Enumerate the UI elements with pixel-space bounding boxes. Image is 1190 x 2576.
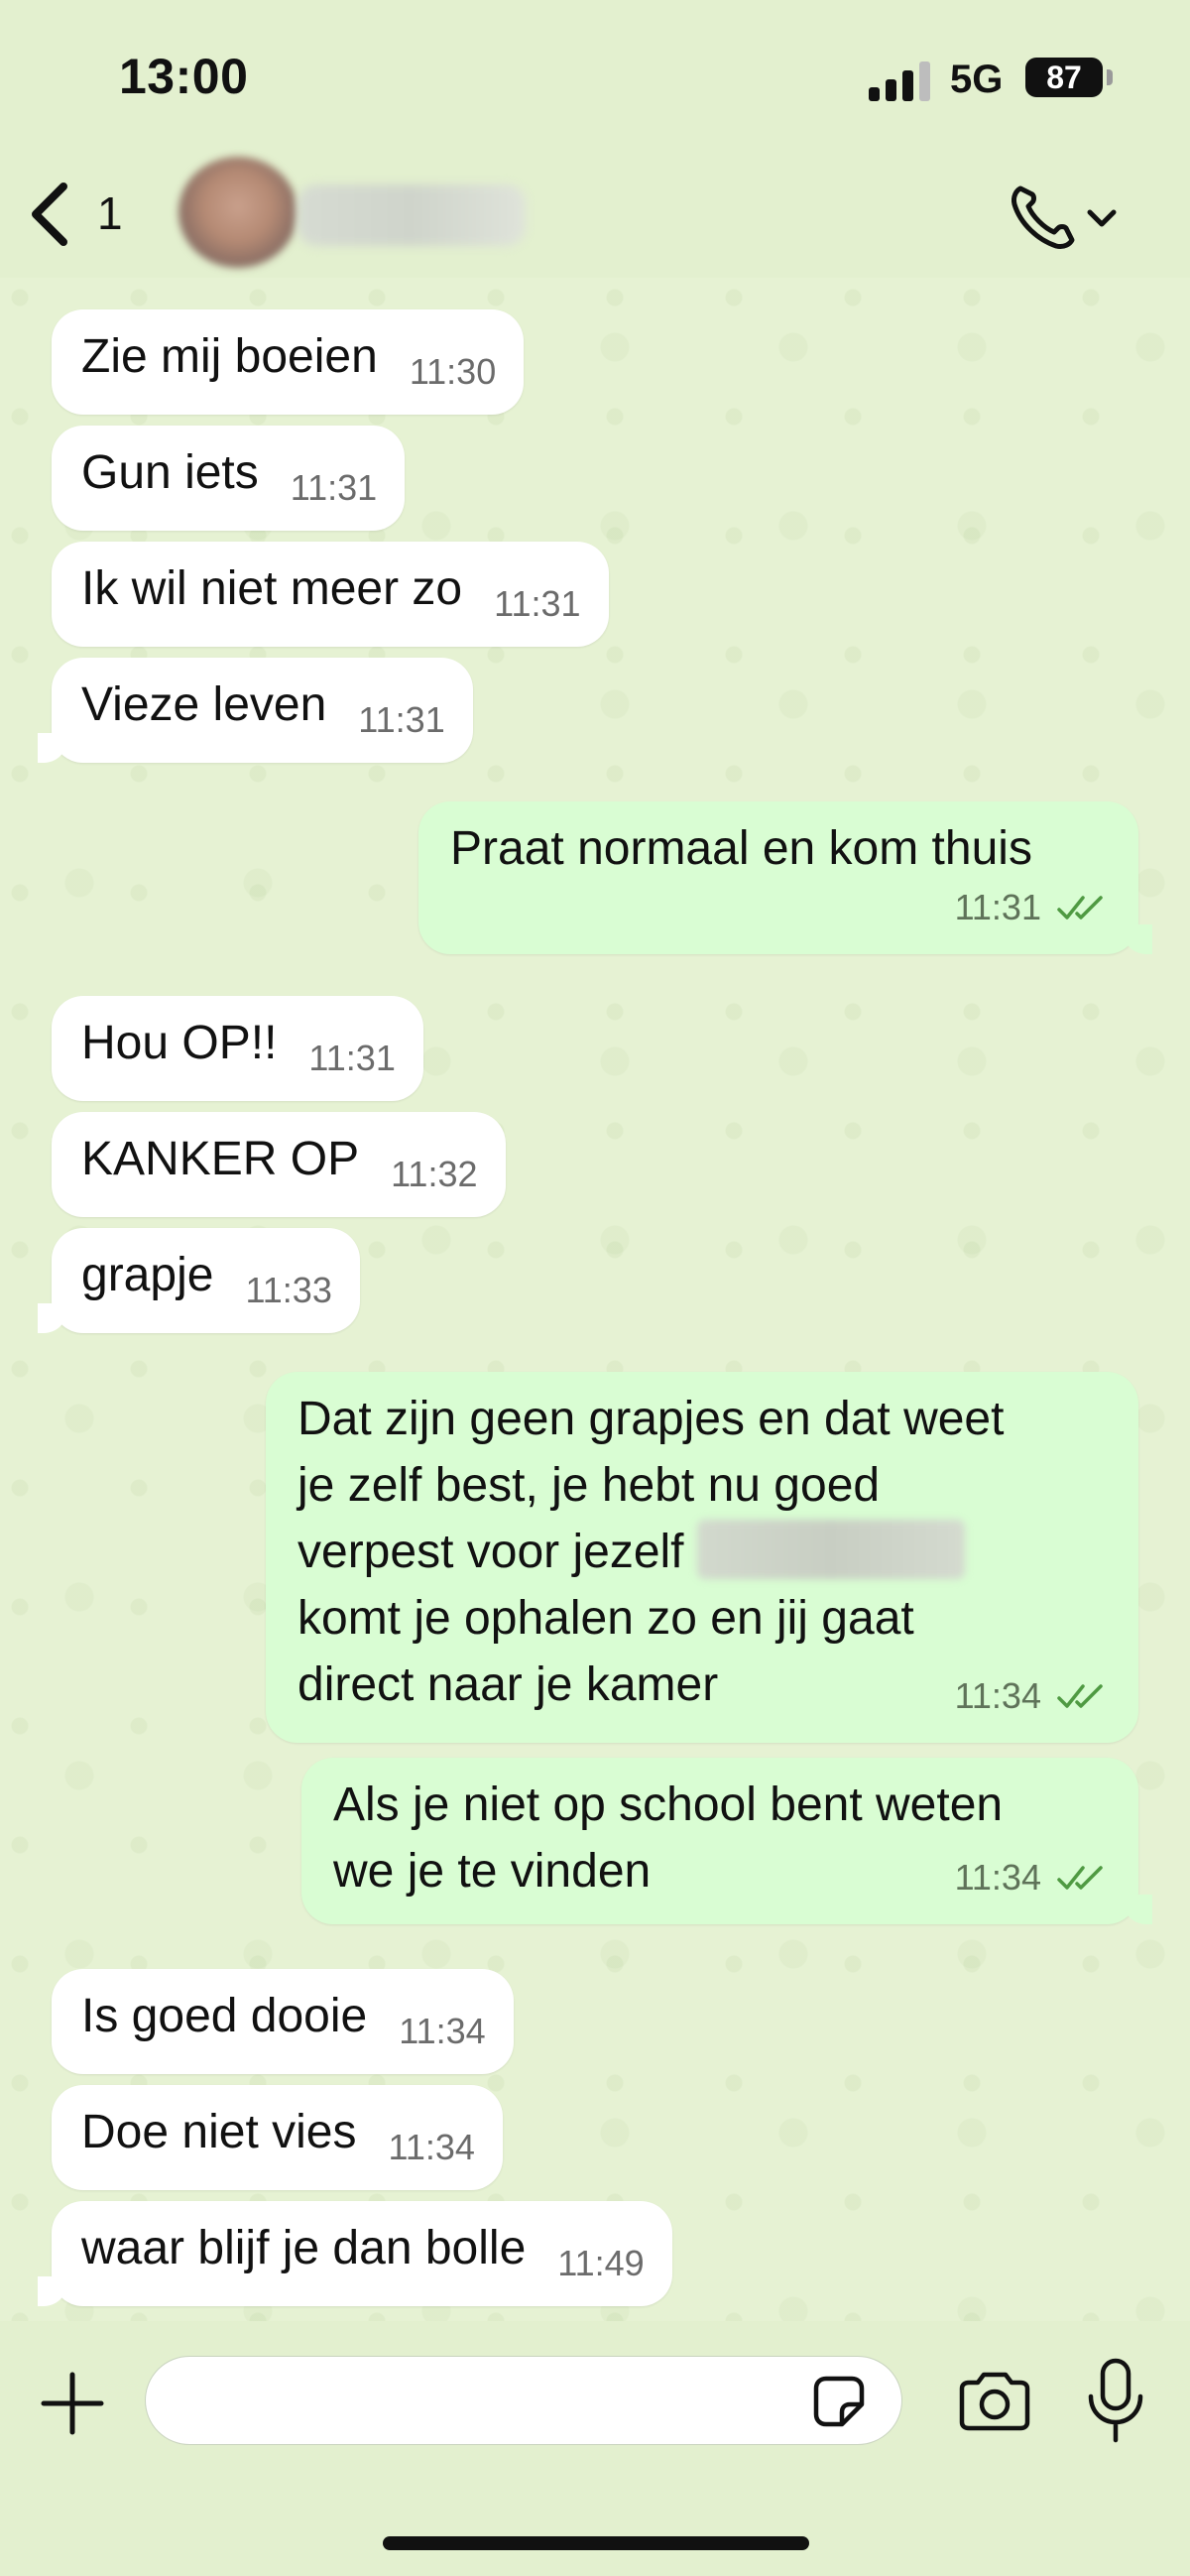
message-time: 11:34 xyxy=(388,2127,475,2167)
back-button[interactable] xyxy=(22,177,81,252)
message-incoming[interactable]: Is goed dooie 11:34 xyxy=(52,1969,514,2074)
message-time: 11:31 xyxy=(954,887,1041,927)
message-time: 11:30 xyxy=(409,351,497,392)
message-text: Vieze leven xyxy=(81,678,327,731)
phone-icon xyxy=(1012,185,1117,249)
message-outgoing[interactable]: Als je niet op school bent weten we je t… xyxy=(301,1758,1152,1924)
message-meta: 11:34 xyxy=(955,1844,1105,1910)
unread-count[interactable]: 1 xyxy=(97,186,123,240)
battery-icon: 87 xyxy=(1025,58,1103,97)
message-text: grapje xyxy=(81,1249,214,1301)
cellular-signal-icon xyxy=(869,61,930,101)
message-outgoing[interactable]: Dat zijn geen grapjes en dat weet je zel… xyxy=(266,1372,1138,1743)
camera-icon xyxy=(959,2372,1030,2431)
contact-name-redacted[interactable] xyxy=(298,184,526,246)
status-time: 13:00 xyxy=(119,49,249,104)
message-text: Hou OP!! xyxy=(81,1017,278,1069)
battery-tip xyxy=(1107,69,1113,85)
call-button[interactable] xyxy=(1007,179,1126,254)
network-type: 5G xyxy=(950,58,1004,101)
sticker-icon xyxy=(813,2376,865,2427)
message-text: Ik wil niet meer zo xyxy=(81,562,463,615)
message-time: 11:34 xyxy=(399,2011,486,2051)
message-text: Is goed dooie xyxy=(81,1990,368,2042)
message-line: Als je niet op school bent weten xyxy=(333,1779,1004,1831)
message-incoming[interactable]: Ik wil niet meer zo 11:31 xyxy=(52,542,609,647)
message-incoming[interactable]: KANKER OP 11:32 xyxy=(52,1112,506,1217)
double-check-icon xyxy=(1057,896,1103,920)
message-meta: 11:31 xyxy=(955,874,1105,940)
message-outgoing[interactable]: Praat normaal en kom thuis 11:31 xyxy=(418,801,1152,954)
message-incoming[interactable]: Zie mij boeien 11:30 xyxy=(52,309,525,415)
double-check-icon xyxy=(1057,1866,1103,1890)
redacted-name xyxy=(696,1520,965,1579)
sticker-button[interactable] xyxy=(808,2371,870,2432)
composer-bar xyxy=(0,2321,1190,2576)
message-incoming[interactable]: grapje 11:33 xyxy=(38,1228,360,1333)
attach-button[interactable] xyxy=(40,2371,105,2436)
message-incoming[interactable]: Vieze leven 11:31 xyxy=(38,658,473,763)
message-time: 11:31 xyxy=(494,583,581,624)
microphone-button[interactable] xyxy=(1083,2357,1148,2446)
message-incoming[interactable]: waar blijf je dan bolle 11:49 xyxy=(38,2201,672,2306)
chevron-left-icon xyxy=(32,183,67,246)
message-text: Praat normaal en kom thuis xyxy=(450,822,1032,875)
message-time: 11:33 xyxy=(245,1270,332,1310)
message-time: 11:32 xyxy=(391,1154,478,1194)
chat-area[interactable]: Zie mij boeien 11:30 Gun iets 11:31 Ik wil… xyxy=(0,278,1190,2321)
message-time: 11:31 xyxy=(358,699,445,740)
message-text: waar blijf je dan bolle xyxy=(81,2222,527,2274)
message-input[interactable] xyxy=(145,2356,902,2445)
message-time: 11:34 xyxy=(954,1857,1041,1898)
contact-avatar[interactable] xyxy=(178,157,298,268)
message-line: verpest voor jezelf xyxy=(298,1519,1107,1585)
message-text: Zie mij boeien xyxy=(81,330,378,383)
message-time: 11:49 xyxy=(557,2243,645,2283)
message-incoming[interactable]: Doe niet vies 11:34 xyxy=(52,2085,503,2190)
message-time: 11:31 xyxy=(308,1038,396,1078)
message-line: je zelf best, je hebt nu goed xyxy=(298,1459,881,1512)
message-time: 11:31 xyxy=(290,467,378,508)
microphone-icon xyxy=(1088,2358,1143,2443)
message-incoming[interactable]: Hou OP!! 11:31 xyxy=(52,996,423,1101)
plus-icon xyxy=(41,2372,104,2435)
message-time: 11:34 xyxy=(954,1675,1041,1716)
message-text: KANKER OP xyxy=(81,1133,360,1185)
status-bar: 13:00 5G 87 xyxy=(0,0,1190,149)
message-line-text: verpest voor jezelf xyxy=(298,1526,684,1578)
chevron-down-icon xyxy=(1087,209,1117,227)
message-incoming[interactable]: Gun iets 11:31 xyxy=(52,426,406,531)
message-line: komt je ophalen zo en jij gaat xyxy=(298,1592,914,1645)
message-text: Gun iets xyxy=(81,446,259,499)
message-meta: 11:34 xyxy=(955,1662,1105,1729)
camera-button[interactable] xyxy=(956,2369,1033,2434)
chat-header: 1 xyxy=(0,149,1190,278)
message-line: Dat zijn geen grapjes en dat weet xyxy=(298,1393,1005,1445)
home-indicator[interactable] xyxy=(383,2536,809,2550)
double-check-icon xyxy=(1057,1684,1103,1708)
message-text: Doe niet vies xyxy=(81,2106,357,2158)
